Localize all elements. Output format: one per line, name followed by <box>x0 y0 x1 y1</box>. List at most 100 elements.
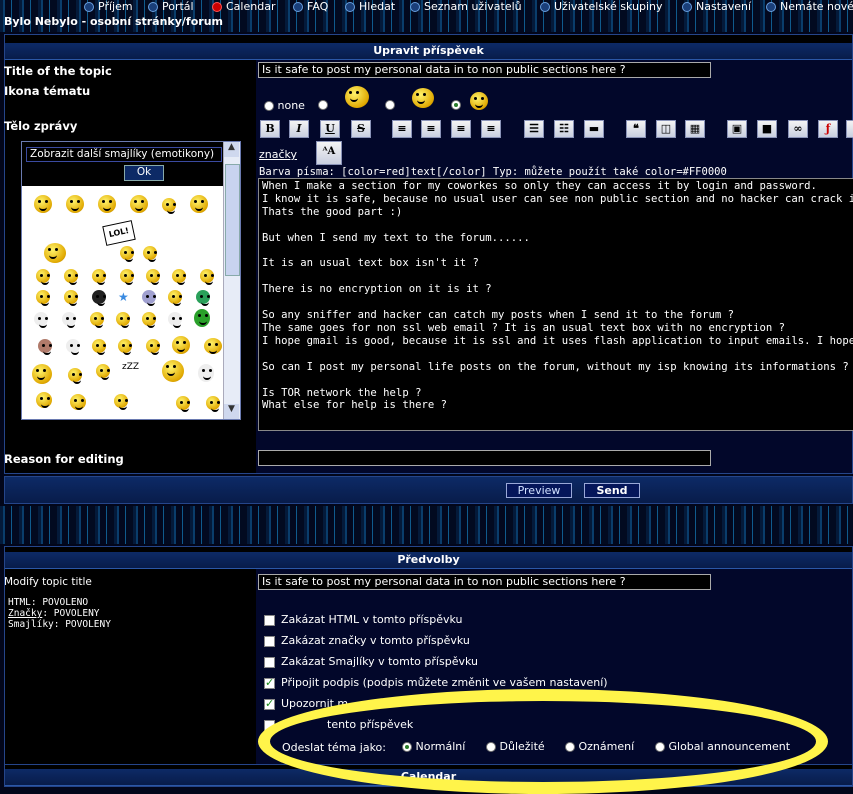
nav-item-groups[interactable]: Uživatelské skupiny <box>540 0 663 13</box>
smiley-icon[interactable] <box>200 269 214 285</box>
checkbox-checked[interactable] <box>264 697 275 710</box>
option-attach-signature[interactable]: Připojit podpis (podpis můžete změnit ve… <box>264 676 608 689</box>
post-as-sticky[interactable]: Důležité <box>486 740 545 753</box>
preview-button[interactable]: Preview <box>506 483 572 498</box>
star-icon[interactable]: ★ <box>118 290 129 304</box>
smilies-ok-button[interactable]: Ok <box>124 165 164 181</box>
smiley-icon[interactable] <box>62 312 76 328</box>
modify-title-input[interactable]: Is it safe to post my personal data in t… <box>258 574 711 590</box>
smiley-icon[interactable] <box>92 339 106 355</box>
smiley-icon[interactable] <box>120 269 134 285</box>
nav-item-calendar[interactable]: Calendar <box>212 0 275 13</box>
link-button[interactable]: ∞ <box>788 120 808 138</box>
smiley-icon[interactable] <box>142 290 156 306</box>
smiley-icon[interactable] <box>114 394 128 410</box>
horizontal-rule-button[interactable]: ▬ <box>584 120 604 138</box>
smiley-icon[interactable] <box>176 396 190 412</box>
smiley-icon[interactable] <box>168 312 182 328</box>
smiley-icon[interactable] <box>162 198 176 214</box>
align-center-button[interactable]: ≡ <box>421 120 441 138</box>
smiley-icon[interactable] <box>44 243 66 263</box>
option-disable-html[interactable]: Zakázat HTML v tomto příspěvku <box>264 613 462 626</box>
smiley-icon[interactable] <box>66 195 84 213</box>
smiley-icon[interactable] <box>206 396 220 412</box>
radio[interactable] <box>655 742 665 752</box>
smiley-icon[interactable] <box>146 269 160 285</box>
smiley-icon[interactable] <box>162 360 184 382</box>
smiley-icon[interactable] <box>90 312 104 328</box>
justify-button[interactable]: ≡ <box>481 120 501 138</box>
scroll-down-arrow[interactable]: ▼ <box>224 404 239 419</box>
nav-item-portal[interactable]: Portál <box>148 0 194 13</box>
nav-item-messages[interactable]: Nemáte nové <box>766 0 853 13</box>
option-disable-smilies[interactable]: Zakázat Smajlíky v tomto příspěvku <box>264 655 478 668</box>
smiley-icon[interactable] <box>172 336 190 354</box>
smilies-select[interactable]: Zobrazit další smajlíky (emotikony) <box>26 147 222 162</box>
smiley-icon[interactable] <box>96 364 110 380</box>
nav-item-members[interactable]: Seznam uživatelů <box>410 0 522 13</box>
scroll-thumb[interactable] <box>225 164 240 276</box>
align-left-button[interactable]: ≡ <box>392 120 412 138</box>
post-as-announcement[interactable]: Oznámení <box>565 740 634 753</box>
smiley-icon[interactable] <box>66 339 80 355</box>
radio[interactable] <box>565 742 575 752</box>
option-lock-post[interactable]: tento příspěvek <box>264 718 413 731</box>
strike-button[interactable]: S <box>351 120 371 138</box>
more-toolbar-button[interactable] <box>846 120 853 138</box>
underline-button[interactable]: U <box>320 120 340 138</box>
smiley-icon[interactable] <box>36 269 50 285</box>
option-notify[interactable]: Upozornit m <box>264 697 348 710</box>
checkbox[interactable] <box>264 719 275 731</box>
list-numbered-button[interactable]: ☷ <box>554 120 574 138</box>
icon-radio-3[interactable] <box>451 100 461 110</box>
tags-link[interactable]: značky <box>259 148 297 161</box>
smiley-icon[interactable] <box>64 269 78 285</box>
smiley-icon[interactable] <box>172 269 186 285</box>
smiley-icon[interactable] <box>34 312 48 328</box>
icon-option-none[interactable]: none <box>264 99 305 112</box>
alien-smiley-icon[interactable] <box>196 290 210 306</box>
icon-radio-1[interactable] <box>318 100 328 110</box>
site-title[interactable]: Bylo Nebylo - osobní stránky/forum <box>4 15 223 28</box>
smiley-icon[interactable] <box>34 195 52 213</box>
frog-smiley-icon[interactable] <box>194 309 210 327</box>
list-bullet-button[interactable]: ☰ <box>524 120 544 138</box>
italic-button[interactable]: I <box>289 120 309 138</box>
nav-item-prijem[interactable]: Příjem <box>84 0 133 13</box>
checkbox-checked[interactable] <box>264 676 275 689</box>
icon-radio-none[interactable] <box>264 101 274 111</box>
tags-status-link[interactable]: Značky <box>8 608 42 619</box>
smiley-icon[interactable] <box>98 195 116 213</box>
ninja-smiley-icon[interactable] <box>92 290 106 306</box>
radio-selected[interactable] <box>402 742 412 752</box>
reindeer-smiley-icon[interactable] <box>70 394 86 410</box>
smiley-icon[interactable] <box>168 290 182 306</box>
checkbox[interactable] <box>264 614 275 626</box>
table-button[interactable]: ▦ <box>685 120 705 138</box>
flash-button[interactable]: ƒ <box>818 120 838 138</box>
smiley-icon[interactable] <box>92 269 106 285</box>
reason-input[interactable] <box>258 450 711 466</box>
checkbox[interactable] <box>264 656 275 668</box>
scroll-up-arrow[interactable]: ▲ <box>224 142 239 157</box>
radio[interactable] <box>486 742 496 752</box>
align-right-button[interactable]: ≡ <box>451 120 471 138</box>
icon-radio-2[interactable] <box>385 100 395 110</box>
smiley-icon[interactable] <box>64 290 78 306</box>
picture-button[interactable]: ■ <box>757 120 777 138</box>
santa-smiley-icon[interactable] <box>36 392 52 408</box>
lol-sign-icon[interactable]: LOL! <box>102 220 136 246</box>
smiley-icon[interactable] <box>32 364 52 384</box>
smiley-icon[interactable] <box>36 290 50 306</box>
smiley-icon[interactable] <box>38 339 52 355</box>
title-input[interactable]: Is it safe to post my personal data in t… <box>258 62 711 78</box>
nav-item-search[interactable]: Hledat <box>345 0 395 13</box>
smiley-icon[interactable] <box>118 339 132 355</box>
smiley-icon[interactable] <box>116 312 130 328</box>
smiley-icon[interactable] <box>130 195 148 213</box>
checkbox[interactable] <box>264 635 275 647</box>
send-button[interactable]: Send <box>584 483 640 498</box>
nav-item-faq[interactable]: FAQ <box>293 0 328 13</box>
smilies-scrollbar[interactable]: ▲ ▼ <box>223 142 240 419</box>
smiley-icon[interactable] <box>143 246 157 262</box>
